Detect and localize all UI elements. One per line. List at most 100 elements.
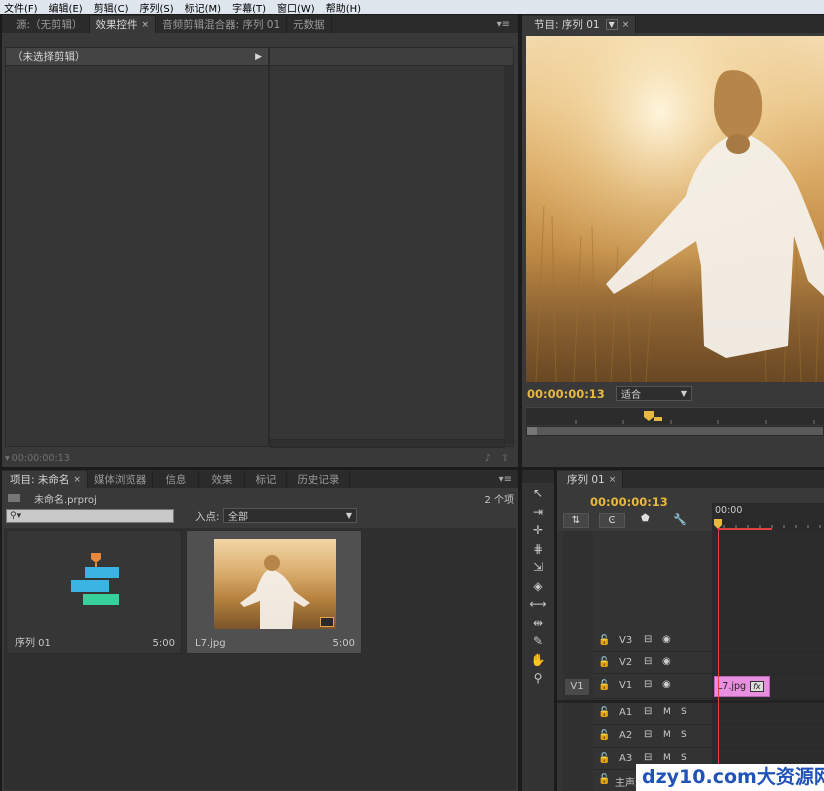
dropdown-arrow-icon[interactable]: ▼ — [605, 19, 618, 30]
sync-icon[interactable]: ⊟ — [644, 679, 652, 690]
sync-icon[interactable]: ⊟ — [644, 706, 652, 717]
lock-icon[interactable]: 🔓 — [598, 753, 610, 764]
snap-icon[interactable]: ⇅ — [563, 513, 589, 528]
item-count: 2 个项 — [484, 494, 514, 506]
zoom-tool-icon[interactable]: ⚲ — [534, 669, 543, 688]
eye-icon[interactable]: ◉ — [662, 634, 671, 645]
solo-button[interactable]: S — [681, 707, 687, 717]
horizontal-scrollbar[interactable] — [270, 439, 505, 448]
close-icon[interactable]: × — [609, 475, 617, 485]
tab-media-browser[interactable]: 媒体浏览器 — [88, 471, 154, 488]
effect-timecode: 00:00:00:13 — [11, 452, 70, 464]
program-zoom-scrollbar[interactable] — [526, 426, 824, 436]
slip-tool-icon[interactable]: ⟷ — [529, 595, 546, 614]
fit-value: 适合 — [621, 390, 641, 401]
sync-icon[interactable]: ⊟ — [644, 752, 652, 763]
lock-icon[interactable]: 🔓 — [598, 657, 610, 668]
selection-tool-icon[interactable]: ↖ — [533, 484, 543, 503]
no-clip-header: （未选择剪辑） ▶ — [6, 48, 268, 66]
tab-history[interactable]: 历史记录 — [287, 471, 351, 488]
hand-tool-icon[interactable]: ✋ — [531, 651, 546, 670]
wrench-icon[interactable]: 🔧 — [673, 513, 687, 526]
lock-icon[interactable]: 🔓 — [598, 730, 610, 741]
razor-tool-icon[interactable]: ◈ — [533, 577, 542, 596]
search-input[interactable]: ⚲▾ — [6, 509, 174, 523]
clip-label: L7.jpg — [717, 681, 747, 692]
vertical-scrollbar[interactable] — [504, 66, 513, 444]
solo-button[interactable]: S — [681, 730, 687, 740]
panel-menu-icon[interactable]: ▾≡ — [499, 474, 518, 488]
ripple-edit-tool-icon[interactable]: ✛ — [533, 521, 543, 540]
tab-audio-clip-mixer[interactable]: 音频剪辑混合器: 序列 01 — [156, 16, 288, 33]
eye-icon[interactable]: ◉ — [662, 656, 671, 667]
timeline-playhead-line[interactable] — [718, 528, 719, 791]
add-marker-icon[interactable]: ⬟ — [641, 513, 650, 524]
menu-marker[interactable]: 标记(M) — [185, 0, 221, 15]
timeline-ruler[interactable]: 00:00 — [712, 503, 824, 531]
tab-sequence[interactable]: 序列 01 × — [557, 471, 624, 488]
item-duration: 5:00 — [332, 638, 355, 649]
solo-button[interactable]: S — [681, 753, 687, 763]
close-icon[interactable]: × — [622, 20, 630, 30]
tab-metadata[interactable]: 元数据 — [287, 16, 332, 33]
pen-tool-icon[interactable]: ✎ — [533, 632, 543, 651]
inpoint-select[interactable]: 全部 ▼ — [223, 508, 357, 523]
mute-button[interactable]: M — [663, 730, 671, 740]
tab-info[interactable]: 信息 — [153, 471, 200, 488]
close-icon[interactable]: × — [142, 20, 150, 30]
audio-icon[interactable]: ♪ — [485, 453, 491, 464]
menu-title[interactable]: 字幕(T) — [232, 0, 266, 15]
tab-markers[interactable]: 标记 — [245, 471, 288, 488]
sync-icon[interactable]: ⊟ — [644, 656, 652, 667]
clip-l7[interactable]: L7.jpg fx — [714, 676, 770, 697]
play-triangle-icon[interactable]: ▶ — [255, 52, 262, 62]
source-patch-v1[interactable]: V1 — [565, 679, 589, 695]
linked-selection-icon[interactable]: Ͼ — [599, 513, 625, 528]
menu-window[interactable]: 窗口(W) — [277, 0, 315, 15]
close-icon[interactable]: × — [73, 475, 81, 485]
lock-icon[interactable]: 🔓 — [598, 680, 610, 691]
menu-edit[interactable]: 编辑(E) — [49, 0, 83, 15]
tab-effect-controls[interactable]: 效果控件 × — [89, 16, 157, 33]
tools-panel: ↖ ⇥ ✛ ⋕ ⇲ ◈ ⟷ ⇹ ✎ ✋ ⚲ — [522, 470, 554, 791]
lock-icon[interactable]: 🔓 — [598, 774, 610, 785]
mute-button[interactable]: M — [663, 753, 671, 763]
menu-clip[interactable]: 剪辑(C) — [94, 0, 129, 15]
menu-file[interactable]: 文件(F) — [4, 0, 38, 15]
effect-controls-left: （未选择剪辑） ▶ — [5, 47, 269, 447]
no-clip-label: （未选择剪辑） — [12, 51, 86, 63]
menu-help[interactable]: 帮助(H) — [326, 0, 361, 15]
panel-menu-icon[interactable]: ▾≡ — [497, 19, 518, 33]
timeline-timecode[interactable]: 00:00:00:13 — [590, 495, 668, 509]
track-select-tool-icon[interactable]: ⇥ — [533, 503, 543, 522]
program-time-ruler[interactable] — [526, 407, 824, 425]
menu-sequence[interactable]: 序列(S) — [139, 0, 173, 15]
tab-project[interactable]: 项目: 未命名 × — [2, 471, 88, 488]
slide-tool-icon[interactable]: ⇹ — [533, 614, 543, 633]
program-video-frame[interactable] — [526, 36, 824, 382]
fx-badge[interactable]: fx — [750, 681, 764, 692]
tab-source[interactable]: 源:（无剪辑） — [2, 16, 90, 33]
track-v1: 🔓 V1 ⊟ ◉ — [593, 675, 824, 699]
rate-stretch-tool-icon[interactable]: ⇲ — [533, 558, 543, 577]
mute-button[interactable]: M — [663, 707, 671, 717]
sync-icon[interactable]: ⊟ — [644, 634, 652, 645]
sync-icon[interactable]: ⊟ — [644, 729, 652, 740]
project-item-image[interactable]: L7.jpg 5:00 — [186, 530, 362, 654]
chevron-down-icon: ▼ — [680, 389, 687, 398]
program-timecode[interactable]: 00:00:00:13 — [527, 387, 605, 401]
playhead-icon — [644, 411, 654, 421]
track-label: V3 — [619, 635, 633, 646]
export-icon[interactable]: ⇪ — [501, 453, 509, 464]
project-item-sequence[interactable]: 序列 01 5:00 — [6, 530, 182, 654]
search-icon: ⚲▾ — [10, 511, 22, 521]
tab-program[interactable]: 节目: 序列 01 ▼ × — [522, 16, 637, 33]
fit-select[interactable]: 适合 ▼ — [616, 386, 692, 401]
rolling-edit-tool-icon[interactable]: ⋕ — [533, 540, 543, 559]
eye-icon[interactable]: ◉ — [662, 679, 671, 690]
lock-icon[interactable]: 🔓 — [598, 635, 610, 646]
lock-icon[interactable]: 🔓 — [598, 707, 610, 718]
tab-effects[interactable]: 效果 — [199, 471, 246, 488]
folder-icon — [8, 494, 20, 502]
timeline-panel: 序列 01 × 00:00:00:13 ⇅ Ͼ ⬟ 🔧 00:00 🔓 V3 ⊟ … — [557, 470, 824, 791]
